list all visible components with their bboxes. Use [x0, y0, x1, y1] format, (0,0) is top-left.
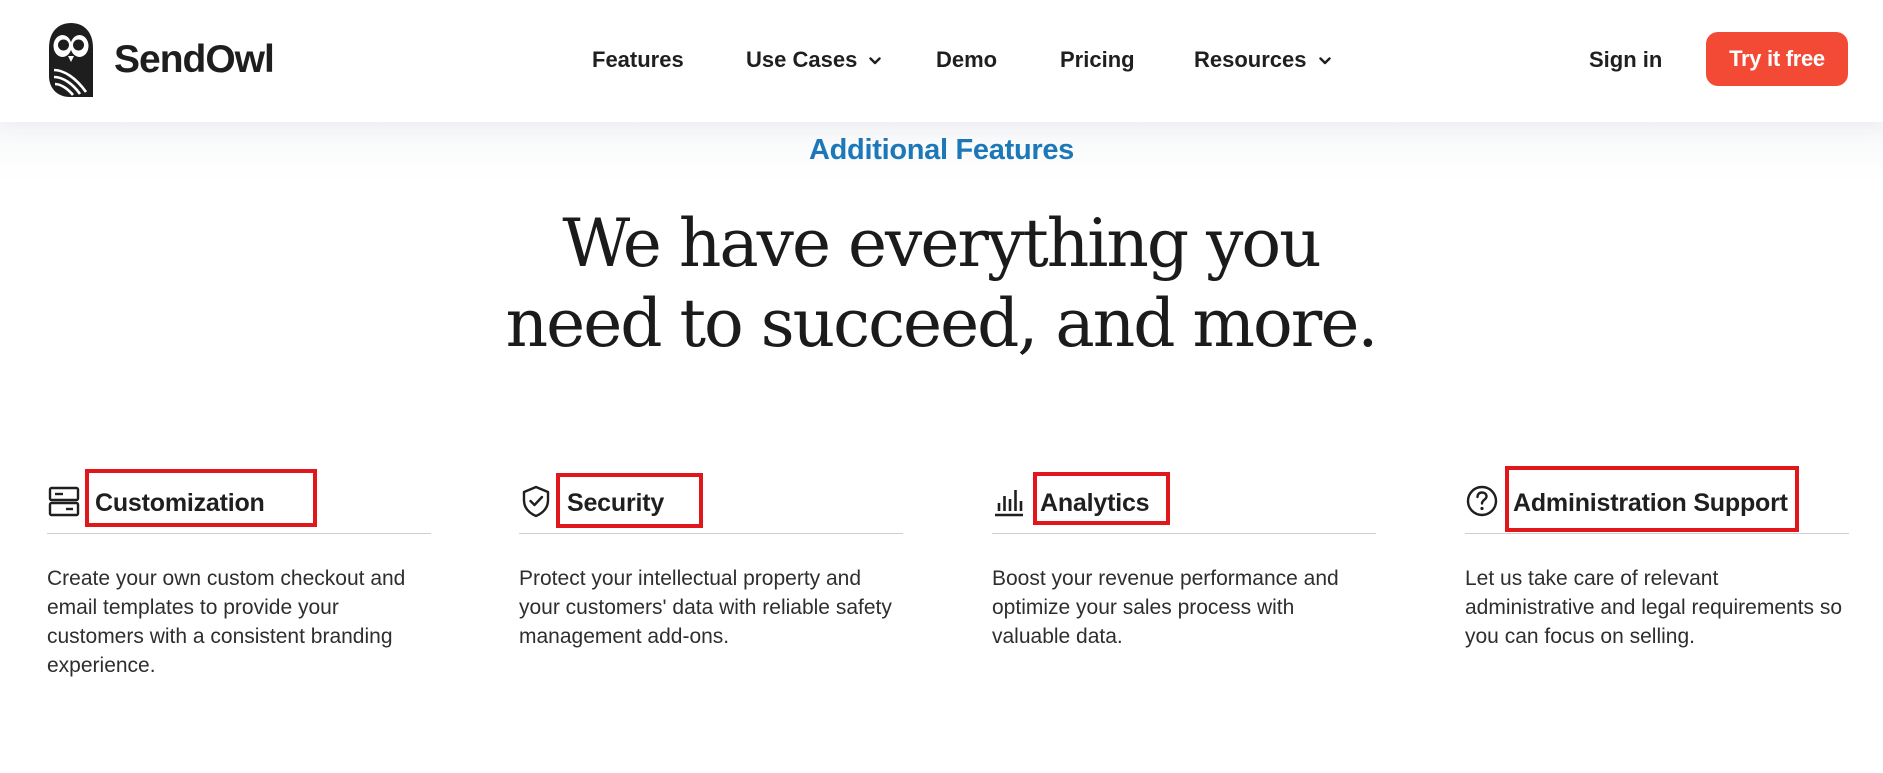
feature-description: Let us take care of relevant administrat…: [1465, 567, 1843, 648]
nav-resources-label: Resources: [1194, 47, 1307, 72]
feature-title: Administration Support: [1513, 489, 1788, 517]
feature-title: Customization: [95, 489, 265, 517]
section-headline: We have everything you need to succeed, …: [441, 204, 1441, 364]
feature-header: Customization: [47, 466, 431, 534]
nav-demo[interactable]: Demo: [936, 36, 997, 84]
headline-line-2: need to succeed, and more.: [505, 285, 1379, 362]
try-it-free-button[interactable]: Try it free: [1706, 32, 1848, 86]
owl-logo-icon: [49, 23, 93, 97]
feature-title: Security: [567, 489, 665, 517]
nav-features-label: Features: [592, 47, 684, 72]
chevron-down-icon: [1318, 57, 1331, 65]
nav-resources[interactable]: Resources: [1194, 36, 1331, 84]
nav-pricing[interactable]: Pricing: [1060, 36, 1135, 84]
logo[interactable]: SendOwl: [46, 20, 275, 100]
sign-in-link[interactable]: Sign in: [1589, 36, 1662, 84]
question-circle-icon: [1466, 485, 1498, 517]
feature-customization: Customization Create your own custom che…: [47, 466, 431, 680]
logo-wordmark: SendOwl: [114, 38, 275, 81]
feature-administration-support: Administration Support Let us take care …: [1465, 466, 1849, 651]
headline-line-1: We have everything you: [562, 205, 1321, 282]
nav-features[interactable]: Features: [592, 36, 684, 84]
feature-header: Security: [519, 466, 903, 534]
section-eyebrow: Additional Features: [809, 134, 1074, 166]
bar-chart-icon: [995, 490, 1023, 517]
shield-check-icon: [522, 485, 550, 518]
page: SendOwl Features Use Cases Demo Pricing …: [0, 0, 1883, 773]
feature-description: Boost your revenue performance and optim…: [992, 567, 1339, 648]
feature-header: Analytics: [992, 466, 1376, 534]
nav-use-cases[interactable]: Use Cases: [746, 36, 882, 84]
feature-description: Create your own custom checkout and emai…: [47, 567, 406, 677]
feature-security: Security Protect your intellectual prope…: [519, 466, 903, 651]
nav-demo-label: Demo: [936, 47, 998, 72]
feature-analytics: Analytics Boost your revenue performance…: [992, 466, 1376, 651]
chevron-down-icon: [869, 57, 882, 65]
nav-pricing-label: Pricing: [1060, 47, 1135, 72]
layout-icon: [48, 486, 80, 517]
site-header: SendOwl Features Use Cases Demo Pricing …: [0, 0, 1883, 122]
feature-description: Protect your intellectual property and y…: [519, 567, 892, 648]
feature-title: Analytics: [1040, 489, 1150, 517]
nav-use-cases-label: Use Cases: [746, 47, 858, 72]
feature-header: Administration Support: [1465, 466, 1849, 534]
